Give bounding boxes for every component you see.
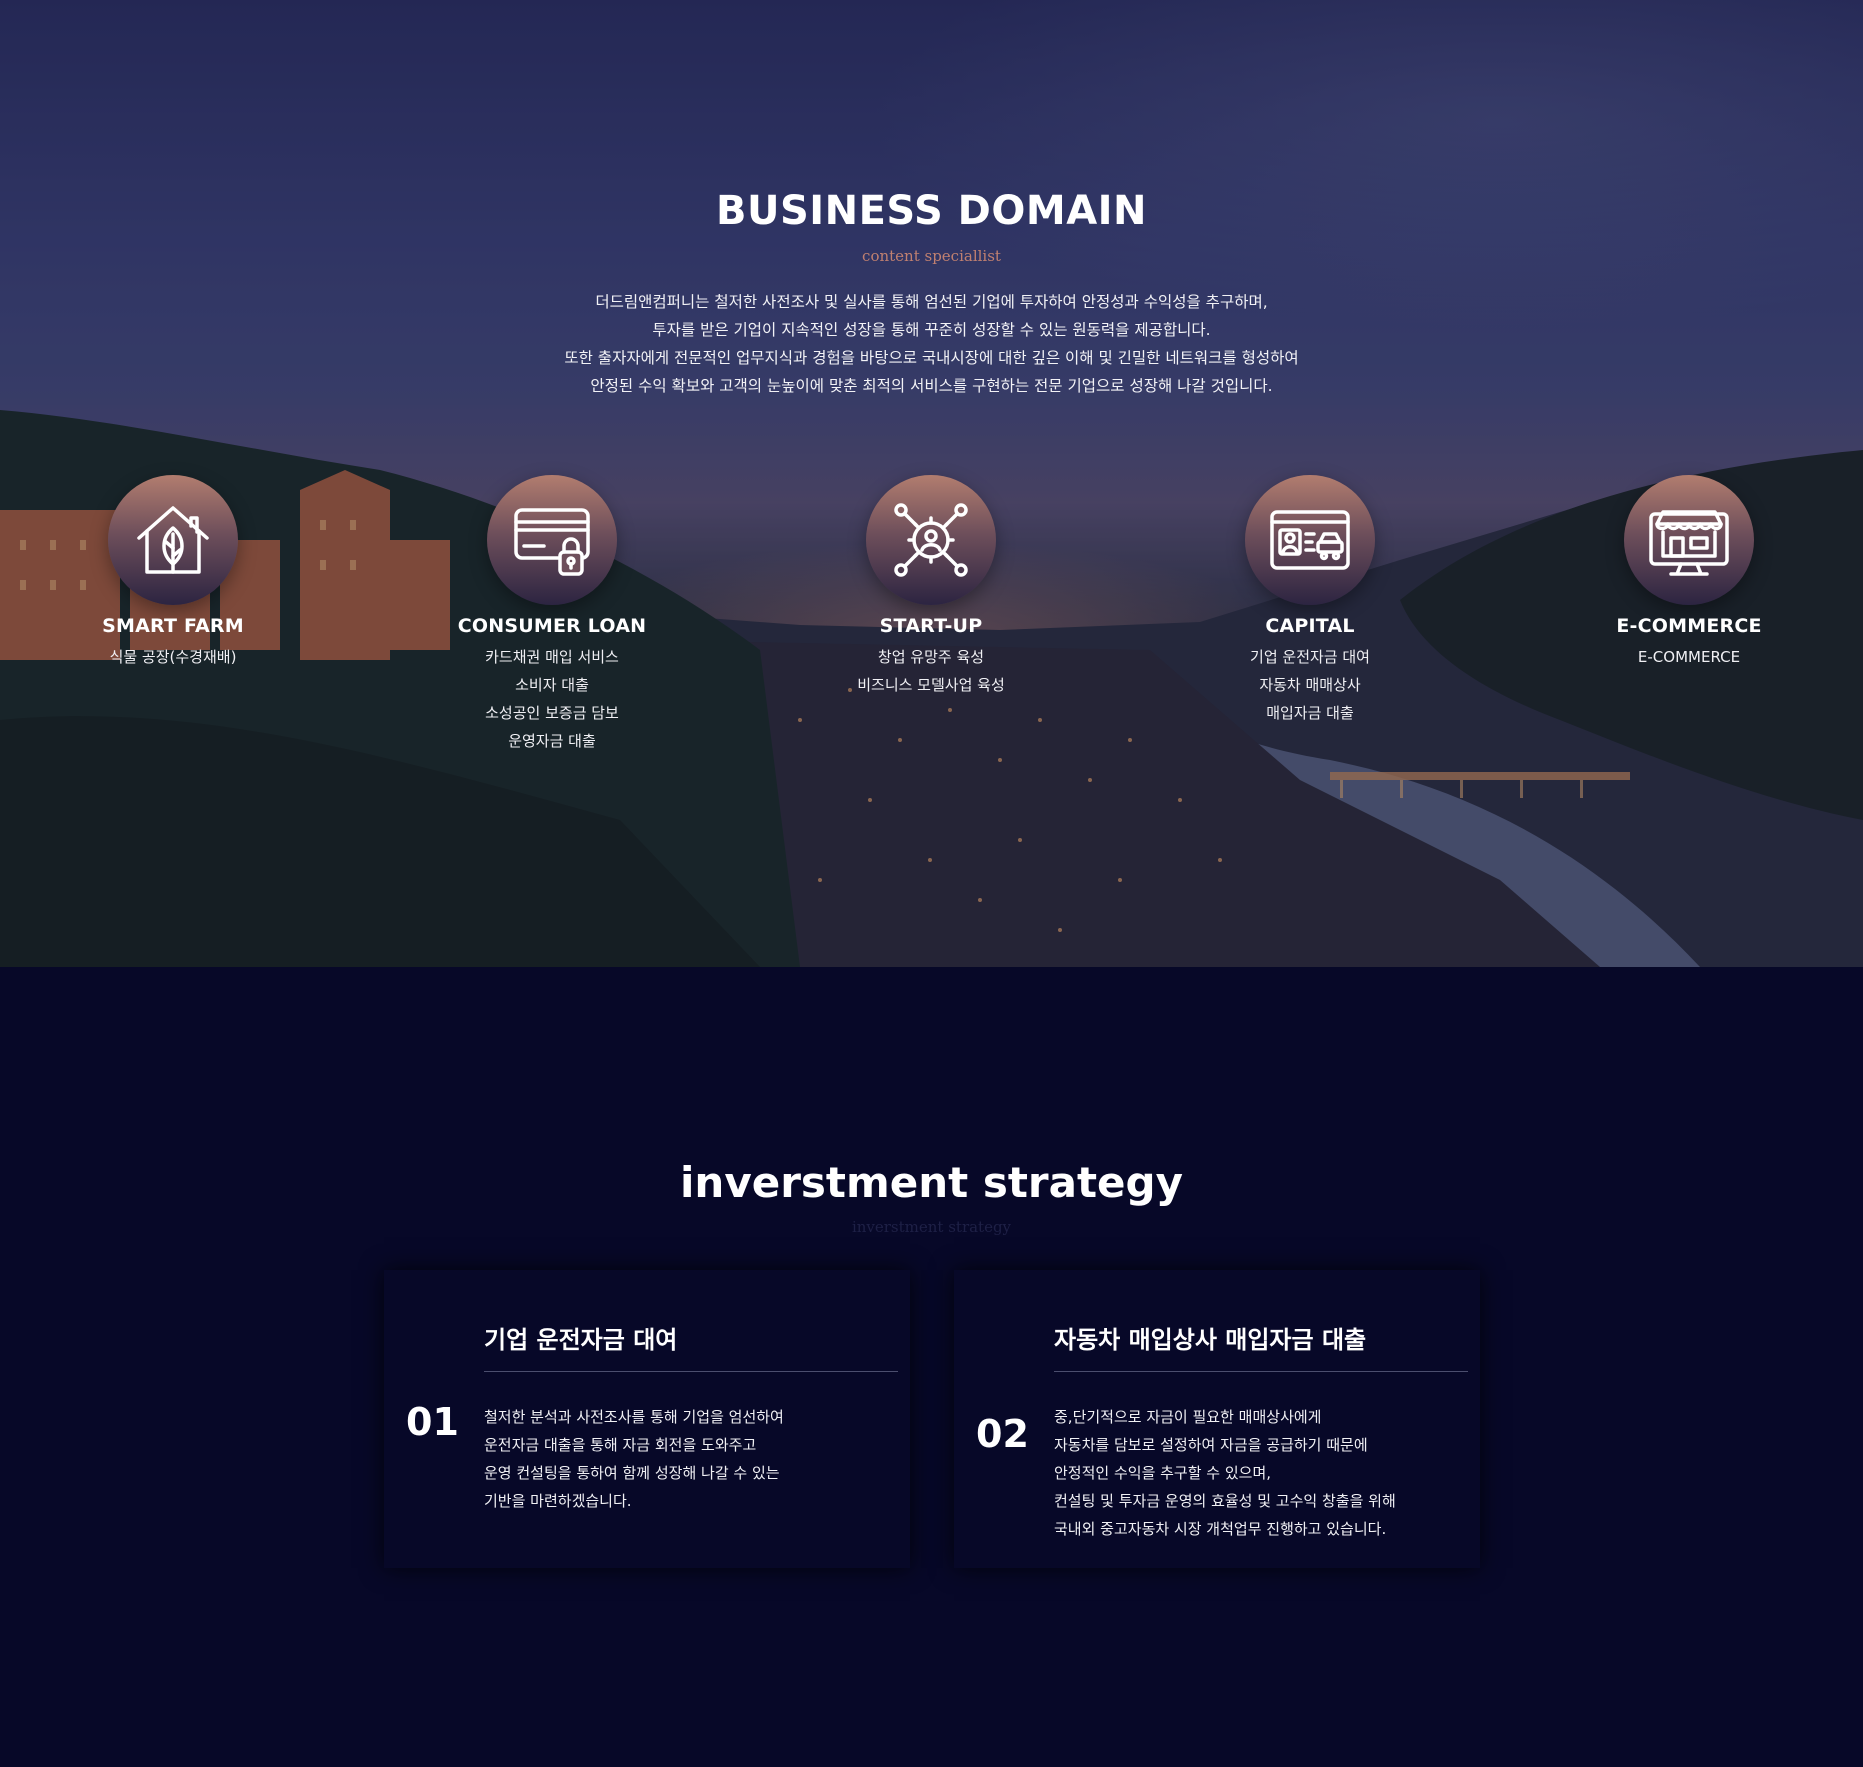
domain-icon-circle xyxy=(108,475,238,605)
domain-name: CAPITAL xyxy=(1265,615,1355,637)
domain-name: CONSUMER LOAN xyxy=(457,615,647,637)
domain-consumer-loan[interactable]: CONSUMER LOAN 카드채권 매입 서비스 소비자 대출 소성공인 보증… xyxy=(432,475,672,755)
domain-items: E-COMMERCE xyxy=(1569,643,1809,671)
strategy-title: inverstment strategy xyxy=(680,1158,1183,1207)
domain-name: SMART FARM xyxy=(102,615,244,637)
online-store-monitor-icon xyxy=(1649,510,1729,576)
description-line: 더드림앤컴퍼니는 철저한 사전조사 및 실사를 통해 엄선된 기업에 투자하여 … xyxy=(595,293,1268,311)
domain-e-commerce[interactable]: E-COMMERCE E-COMMERCE xyxy=(1569,475,1809,671)
business-domain-title: BUSINESS DOMAIN xyxy=(715,188,1148,234)
domain-capital[interactable]: CAPITAL 기업 운전자금 대여 자동차 매매상사 매입자금 대출 xyxy=(1190,475,1430,727)
description-line: 또한 출자자에게 전문적인 업무지식과 경험을 바탕으로 국내시장에 대한 깊은… xyxy=(564,349,1299,367)
domain-smart-farm[interactable]: SMART FARM 식물 공장(수경재배) xyxy=(53,475,293,671)
smart-farm-house-leaf-icon xyxy=(137,506,209,574)
domain-start-up[interactable]: START-UP 창업 유망주 육성 비즈니스 모델사업 육성 xyxy=(811,475,1051,699)
card-divider xyxy=(1054,1371,1468,1372)
strategy-card-02: 02 자동차 매입상사 매입자금 대출 중,단기적으로 자금이 필요한 매매상사… xyxy=(954,1270,1480,1568)
card-line: 중,단기적으로 자금이 필요한 매매상사에게 xyxy=(1054,1408,1322,1426)
business-domain-description: 더드림앤컴퍼니는 철저한 사전조사 및 실사를 통해 엄선된 기업에 투자하여 … xyxy=(0,288,1863,400)
strategy-subtitle: inverstment strategy xyxy=(851,1218,1012,1236)
domain-icon-circle xyxy=(1624,475,1754,605)
domain-item: 매입자금 대출 xyxy=(1266,704,1354,722)
domain-item: 운영자금 대출 xyxy=(508,732,596,750)
domain-item: E-COMMERCE xyxy=(1637,648,1741,666)
domain-icon-circle xyxy=(1245,475,1375,605)
card-title: 자동차 매입상사 매입자금 대출 xyxy=(1054,1326,1367,1354)
domain-item: 자동차 매매상사 xyxy=(1259,676,1361,694)
card-description: 중,단기적으로 자금이 필요한 매매상사에게 자동차를 담보로 설정하여 자금을… xyxy=(1054,1403,1396,1543)
domain-items: 기업 운전자금 대여 자동차 매매상사 매입자금 대출 xyxy=(1190,643,1430,727)
card-number: 01 xyxy=(406,1400,459,1444)
card-line: 운전자금 대출을 통해 자금 회전을 도와주고 xyxy=(484,1436,757,1454)
domain-item: 식물 공장(수경재배) xyxy=(109,648,237,666)
credit-card-lock-icon xyxy=(514,508,590,576)
card-line: 철저한 분석과 사전조사를 통해 기업을 엄선하여 xyxy=(484,1408,784,1426)
domain-item: 비즈니스 모델사업 육성 xyxy=(857,676,1005,694)
domain-name: START-UP xyxy=(879,615,983,637)
domain-item: 소비자 대출 xyxy=(515,676,589,694)
business-domain-section: BUSINESS DOMAIN content speciallist 더드림앤… xyxy=(0,0,1863,967)
gear-network-user-icon xyxy=(894,503,968,577)
id-card-car-icon xyxy=(1270,510,1350,570)
card-divider xyxy=(484,1371,898,1372)
domain-items: 식물 공장(수경재배) xyxy=(53,643,293,671)
domain-items: 카드채권 매입 서비스 소비자 대출 소성공인 보증금 담보 운영자금 대출 xyxy=(432,643,672,755)
card-line: 안정적인 수익을 추구할 수 있으며, xyxy=(1054,1464,1272,1482)
card-line: 국내외 중고자동차 시장 개척업무 진행하고 있습니다. xyxy=(1054,1520,1387,1538)
domain-item: 소성공인 보증금 담보 xyxy=(485,704,619,722)
domain-item: 카드채권 매입 서비스 xyxy=(485,648,619,666)
domain-name: E-COMMERCE xyxy=(1616,615,1762,637)
description-line: 안정된 수익 확보와 고객의 눈높이에 맞춘 최적의 서비스를 구현하는 전문 … xyxy=(590,377,1273,395)
domain-items: 창업 유망주 육성 비즈니스 모델사업 육성 xyxy=(811,643,1051,699)
card-line: 자동차를 담보로 설정하여 자금을 공급하기 때문에 xyxy=(1054,1436,1368,1454)
domain-icon-circle xyxy=(866,475,996,605)
strategy-card-01: 01 기업 운전자금 대여 철저한 분석과 사전조사를 통해 기업을 엄선하여 … xyxy=(384,1270,910,1568)
card-title: 기업 운전자금 대여 xyxy=(484,1326,678,1354)
business-domain-subtitle: content speciallist xyxy=(862,247,1001,265)
domain-item: 기업 운전자금 대여 xyxy=(1250,648,1370,666)
card-line: 기반을 마련하겠습니다. xyxy=(484,1492,632,1510)
card-number: 02 xyxy=(976,1412,1029,1456)
card-line: 운영 컨설팅을 통하여 함께 성장해 나갈 수 있는 xyxy=(484,1464,780,1482)
domain-icon-circle xyxy=(487,475,617,605)
domain-item: 창업 유망주 육성 xyxy=(877,648,985,666)
card-description: 철저한 분석과 사전조사를 통해 기업을 엄선하여 운전자금 대출을 통해 자금… xyxy=(484,1403,784,1515)
card-line: 컨설팅 및 투자금 운영의 효율성 및 고수익 창출을 위해 xyxy=(1054,1492,1396,1510)
description-line: 투자를 받은 기업이 지속적인 성장을 통해 꾸준히 성장할 수 있는 원동력을… xyxy=(652,321,1211,339)
